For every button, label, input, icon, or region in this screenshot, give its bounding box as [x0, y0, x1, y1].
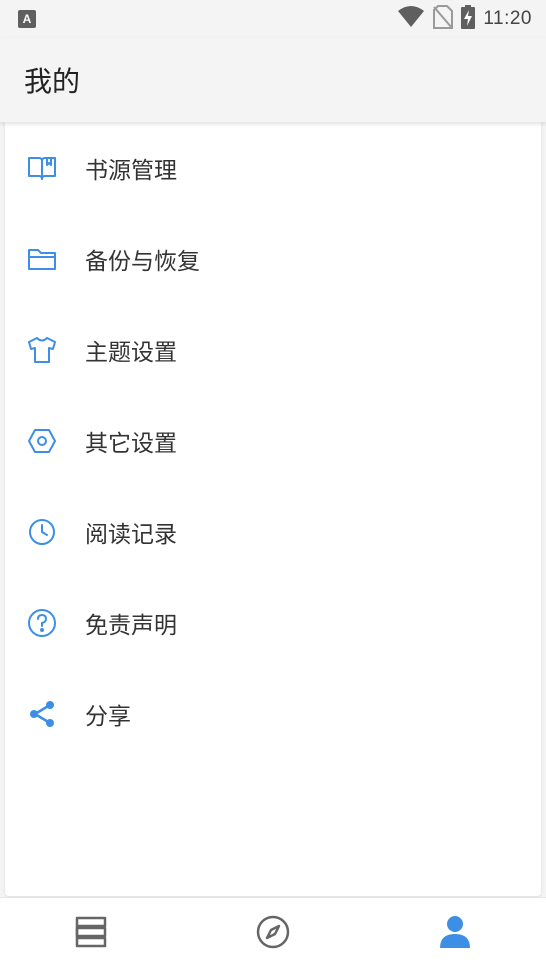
clock-icon: [25, 515, 59, 549]
no-sim-icon: [433, 5, 454, 33]
menu-item-label: 其它设置: [85, 430, 177, 457]
menu-item-reading-history[interactable]: 阅读记录: [5, 486, 541, 577]
status-right: 11:20: [397, 5, 532, 33]
nav-bookshelf-button[interactable]: [71, 914, 111, 954]
menu-item-label: 免责声明: [85, 612, 177, 639]
menu-item-label: 主题设置: [85, 339, 177, 366]
nav-profile-button[interactable]: [435, 914, 475, 954]
tshirt-icon: [25, 333, 59, 367]
page-title: 我的: [24, 65, 81, 98]
status-bar: A 11:20: [0, 0, 546, 38]
nav-discover-button[interactable]: [253, 914, 293, 954]
person-icon: [437, 914, 473, 954]
bottom-navigation: [0, 897, 546, 973]
notification-badge: A: [18, 10, 36, 28]
bookshelf-icon: [73, 916, 109, 952]
book-icon: [25, 151, 59, 185]
menu-item-label: 阅读记录: [85, 521, 177, 548]
settings-hexagon-icon: [25, 424, 59, 458]
battery-charging-icon: [461, 5, 476, 33]
menu-item-theme-settings[interactable]: 主题设置: [5, 304, 541, 395]
folder-icon: [25, 242, 59, 276]
menu-item-label: 分享: [85, 703, 131, 730]
menu-item-backup-restore[interactable]: 备份与恢复: [5, 213, 541, 304]
status-left: A: [18, 10, 36, 28]
menu-item-source-management[interactable]: 书源管理: [5, 122, 541, 213]
menu-card: 书源管理 备份与恢复 主题设置 其它设置 阅读记录 免责声明 分享: [5, 122, 541, 896]
menu-item-label: 备份与恢复: [85, 248, 200, 275]
menu-item-other-settings[interactable]: 其它设置: [5, 395, 541, 486]
app-bar: 我的: [0, 38, 546, 122]
wifi-icon: [397, 6, 425, 32]
menu-item-share[interactable]: 分享: [5, 668, 541, 759]
menu-item-disclaimer[interactable]: 免责声明: [5, 577, 541, 668]
menu-item-label: 书源管理: [85, 157, 177, 184]
help-circle-icon: [25, 606, 59, 640]
share-icon: [25, 697, 59, 731]
status-time: 11:20: [483, 8, 532, 29]
compass-icon: [255, 914, 291, 954]
